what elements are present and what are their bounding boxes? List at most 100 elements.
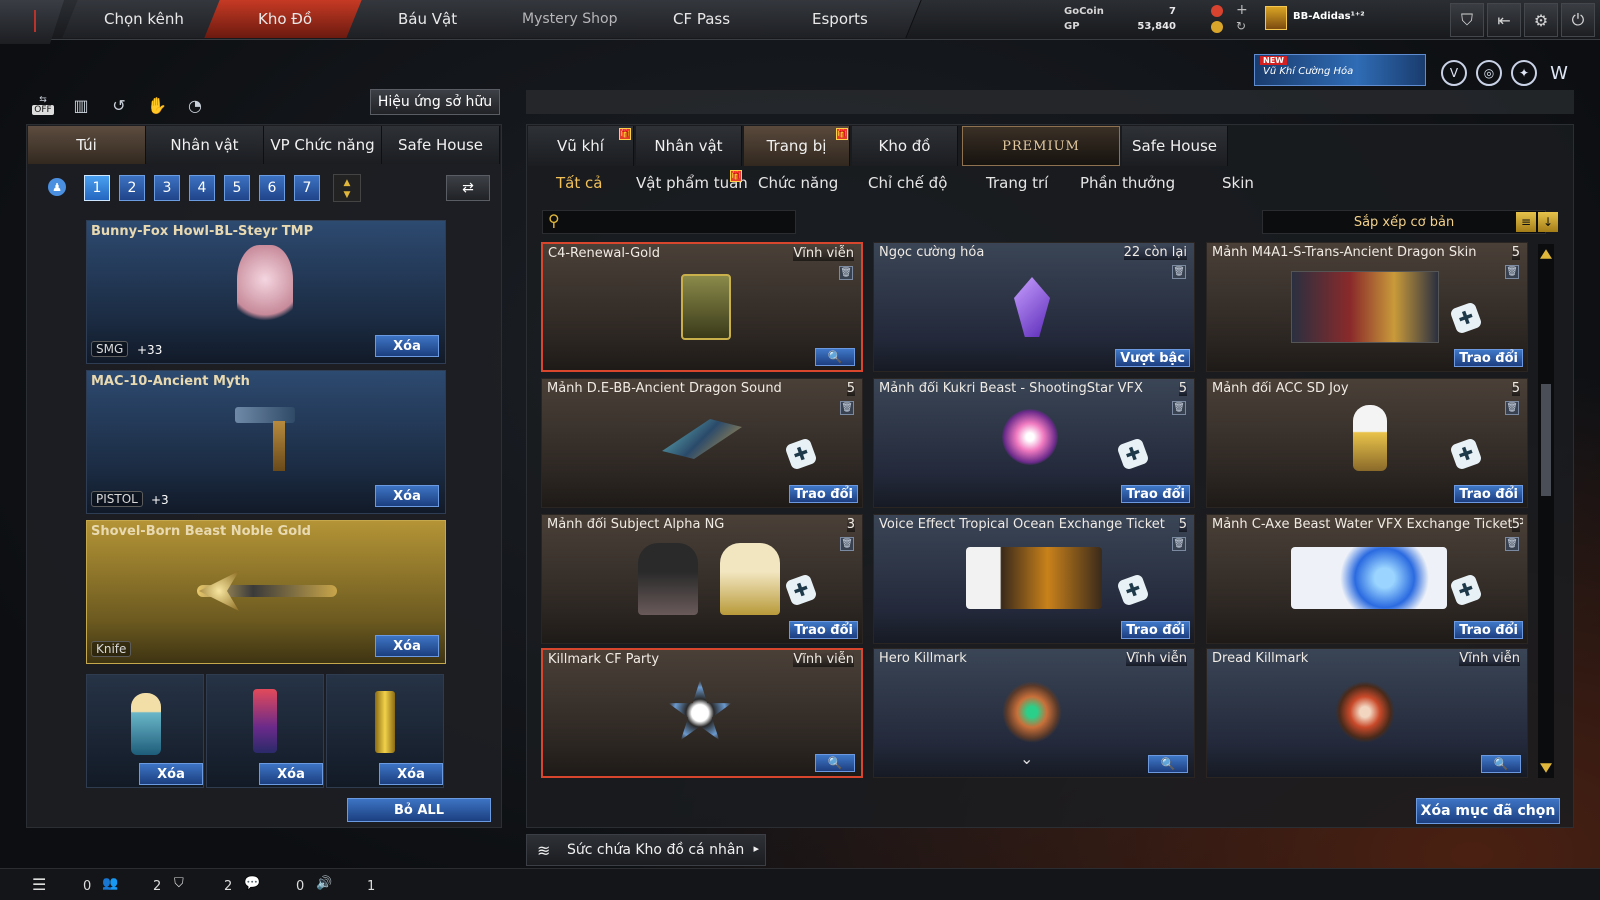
exchange-button[interactable]: Trao đổi: [1121, 621, 1190, 639]
storage-capacity-button[interactable]: ≋ Sức chứa Kho đồ cá nhân ▸: [526, 834, 766, 866]
toggle-off-icon[interactable]: ⇆ OFF: [30, 92, 56, 118]
exchange-button[interactable]: Trao đổi: [1454, 621, 1523, 639]
tab-character[interactable]: Nhân vật: [146, 126, 264, 164]
trash-icon[interactable]: 🗑: [1172, 537, 1186, 551]
nav-tab-cf-pass[interactable]: CF Pass: [620, 0, 784, 38]
item-card[interactable]: Mảnh đổi Kukri Beast - ShootingStar VFX …: [873, 378, 1195, 508]
clan-shield-icon[interactable]: ⛉: [174, 876, 184, 891]
list-view-icon[interactable]: ≡: [1516, 212, 1536, 232]
sort-arrow-icon[interactable]: ↓: [1538, 212, 1558, 232]
item-card[interactable]: Mảnh M4A1-S-Trans-Ancient Dragon Skin 5 …: [1206, 242, 1528, 372]
inspect-button[interactable]: 🔍: [1148, 755, 1188, 773]
owned-effects-button[interactable]: Hiệu ứng sở hữu: [370, 89, 500, 115]
delete-button[interactable]: Xóa: [379, 763, 443, 785]
delete-button[interactable]: Xóa: [375, 335, 439, 357]
trash-icon[interactable]: 🗑: [1505, 401, 1519, 415]
exchange-button[interactable]: Trao đổi: [1454, 485, 1523, 503]
page-button[interactable]: 6: [259, 175, 285, 201]
stats-icon[interactable]: ▥: [68, 92, 94, 118]
weapon-slot[interactable]: Bunny-Fox Howl-BL-Steyr TMP SMG +33 Xóa: [86, 220, 446, 364]
exchange-button[interactable]: Trao đổi: [789, 621, 858, 639]
tab-bag[interactable]: Túi: [28, 126, 146, 164]
nav-tab-esports[interactable]: Esports: [758, 0, 922, 38]
promo-banner[interactable]: NEW Vũ Khí Cường Hóa: [1254, 54, 1426, 86]
item-card[interactable]: Killmark CF Party Vĩnh viễn 🔍: [541, 648, 863, 778]
item-card[interactable]: Ngọc cường hóa 22 còn lại 🗑 Vượt bậc: [873, 242, 1195, 372]
page-stepper[interactable]: ▲ ▼: [333, 174, 361, 202]
shield-icon[interactable]: ⛉: [1450, 3, 1484, 37]
add-currency-icon[interactable]: +: [1236, 2, 1248, 18]
inspect-button[interactable]: 🔍: [1481, 755, 1521, 773]
subtab-mode[interactable]: Chỉ chế độ: [868, 174, 947, 192]
trash-icon[interactable]: 🗑: [1505, 265, 1519, 279]
rank-avatar[interactable]: [1265, 6, 1287, 30]
tab-safe-house[interactable]: Safe House: [1122, 126, 1228, 166]
delete-button[interactable]: Xóa: [375, 635, 439, 657]
chat-icon[interactable]: 💬: [244, 876, 260, 891]
vip-badge-icon[interactable]: V: [1441, 60, 1467, 86]
exchange-button[interactable]: Trao đổi: [789, 485, 858, 503]
exchange-button[interactable]: Trao đổi: [1121, 485, 1190, 503]
page-button[interactable]: 3: [154, 175, 180, 201]
weapon-slot[interactable]: MAC-10-Ancient Myth PISTOL +3 Xóa: [86, 370, 446, 514]
exchange-button[interactable]: Trao đổi: [1454, 349, 1523, 367]
nav-tab-inventory[interactable]: Kho Đồ: [204, 0, 368, 38]
delete-button[interactable]: Xóa: [375, 485, 439, 507]
event-icon[interactable]: ✦: [1511, 60, 1537, 86]
subtab-all[interactable]: Tất cả: [556, 174, 602, 192]
item-card[interactable]: Hero Killmark Vĩnh viễn ⌄ 🔍: [873, 648, 1195, 778]
menu-list-icon[interactable]: ☰: [32, 875, 46, 894]
scroll-thumb[interactable]: [1541, 384, 1551, 496]
character-slot[interactable]: Xóa: [86, 674, 204, 788]
power-icon[interactable]: ⏻: [1561, 3, 1595, 37]
subtab-function[interactable]: Chức năng: [758, 174, 838, 192]
speaker-icon[interactable]: 🔊: [316, 876, 332, 891]
remove-all-button[interactable]: Bỏ ALL: [347, 798, 491, 822]
tab-character[interactable]: Nhân vật: [636, 126, 742, 166]
tab-safe-house[interactable]: Safe House: [382, 126, 500, 164]
scroll-down-icon[interactable]: [1540, 763, 1552, 773]
page-button[interactable]: 5: [224, 175, 250, 201]
weapon-slot[interactable]: Shovel-Born Beast Noble Gold Knife Xóa: [86, 520, 446, 664]
inspect-button[interactable]: 🔍: [815, 348, 855, 366]
bag-icon[interactable]: ◔: [182, 92, 208, 118]
tab-equipment[interactable]: Trang bị: [744, 126, 850, 166]
trash-icon[interactable]: 🗑: [1172, 401, 1186, 415]
globe-icon[interactable]: ◎: [1476, 60, 1502, 86]
transfer-icon[interactable]: ⇄: [446, 175, 490, 201]
gear-icon[interactable]: ⚙: [1524, 3, 1558, 37]
tab-premium[interactable]: PREMIUM: [962, 126, 1120, 166]
subtab-skin[interactable]: Skin: [1222, 174, 1254, 192]
sort-dropdown[interactable]: Sắp xếp cơ bản: [1262, 210, 1546, 234]
page-button[interactable]: 7: [294, 175, 320, 201]
refresh-currency-icon[interactable]: ↻: [1236, 19, 1246, 33]
tab-storage[interactable]: Kho đồ: [852, 126, 958, 166]
trash-icon[interactable]: 🗑: [840, 401, 854, 415]
scroll-up-icon[interactable]: [1540, 249, 1552, 259]
upgrade-button[interactable]: Vượt bậc: [1115, 349, 1190, 367]
trash-icon[interactable]: 🗑: [839, 266, 853, 280]
trash-icon[interactable]: 🗑: [1172, 265, 1186, 279]
scrollbar[interactable]: [1538, 244, 1554, 778]
search-input[interactable]: [542, 210, 796, 234]
item-card[interactable]: Mảnh D.E-BB-Ancient Dragon Sound 5 🗑 ✚ T…: [541, 378, 863, 508]
inspect-button[interactable]: 🔍: [815, 754, 855, 772]
tab-function-items[interactable]: VP Chức năng: [264, 126, 382, 164]
trash-icon[interactable]: 🗑: [840, 537, 854, 551]
item-card[interactable]: Mảnh C-Axe Beast Water VFX Exchange Tick…: [1206, 514, 1528, 644]
grenade-slot[interactable]: Xóa: [206, 674, 324, 788]
item-card[interactable]: Mảnh đổi ACC SD Joy 5 🗑 ✚ Trao đổi: [1206, 378, 1528, 508]
subtab-decoration[interactable]: Trang trí: [986, 174, 1048, 192]
item-slot[interactable]: Xóa: [326, 674, 444, 788]
delete-selected-button[interactable]: Xóa mục đã chọn: [1416, 798, 1560, 824]
nav-tab-channel[interactable]: Chọn kênh: [62, 0, 226, 38]
delete-button[interactable]: Xóa: [259, 763, 323, 785]
friends-icon[interactable]: 👥: [102, 876, 118, 891]
delete-button[interactable]: Xóa: [139, 763, 203, 785]
nav-tab-treasure[interactable]: Báu Vật: [346, 0, 510, 38]
item-card[interactable]: C4-Renewal-Gold Vĩnh viễn 🗑 🔍: [541, 242, 863, 372]
hand-icon[interactable]: ✋: [144, 92, 170, 118]
page-button[interactable]: 4: [189, 175, 215, 201]
w-logo-icon[interactable]: W: [1546, 60, 1572, 86]
chevron-down-icon[interactable]: ⌄: [1020, 749, 1033, 768]
